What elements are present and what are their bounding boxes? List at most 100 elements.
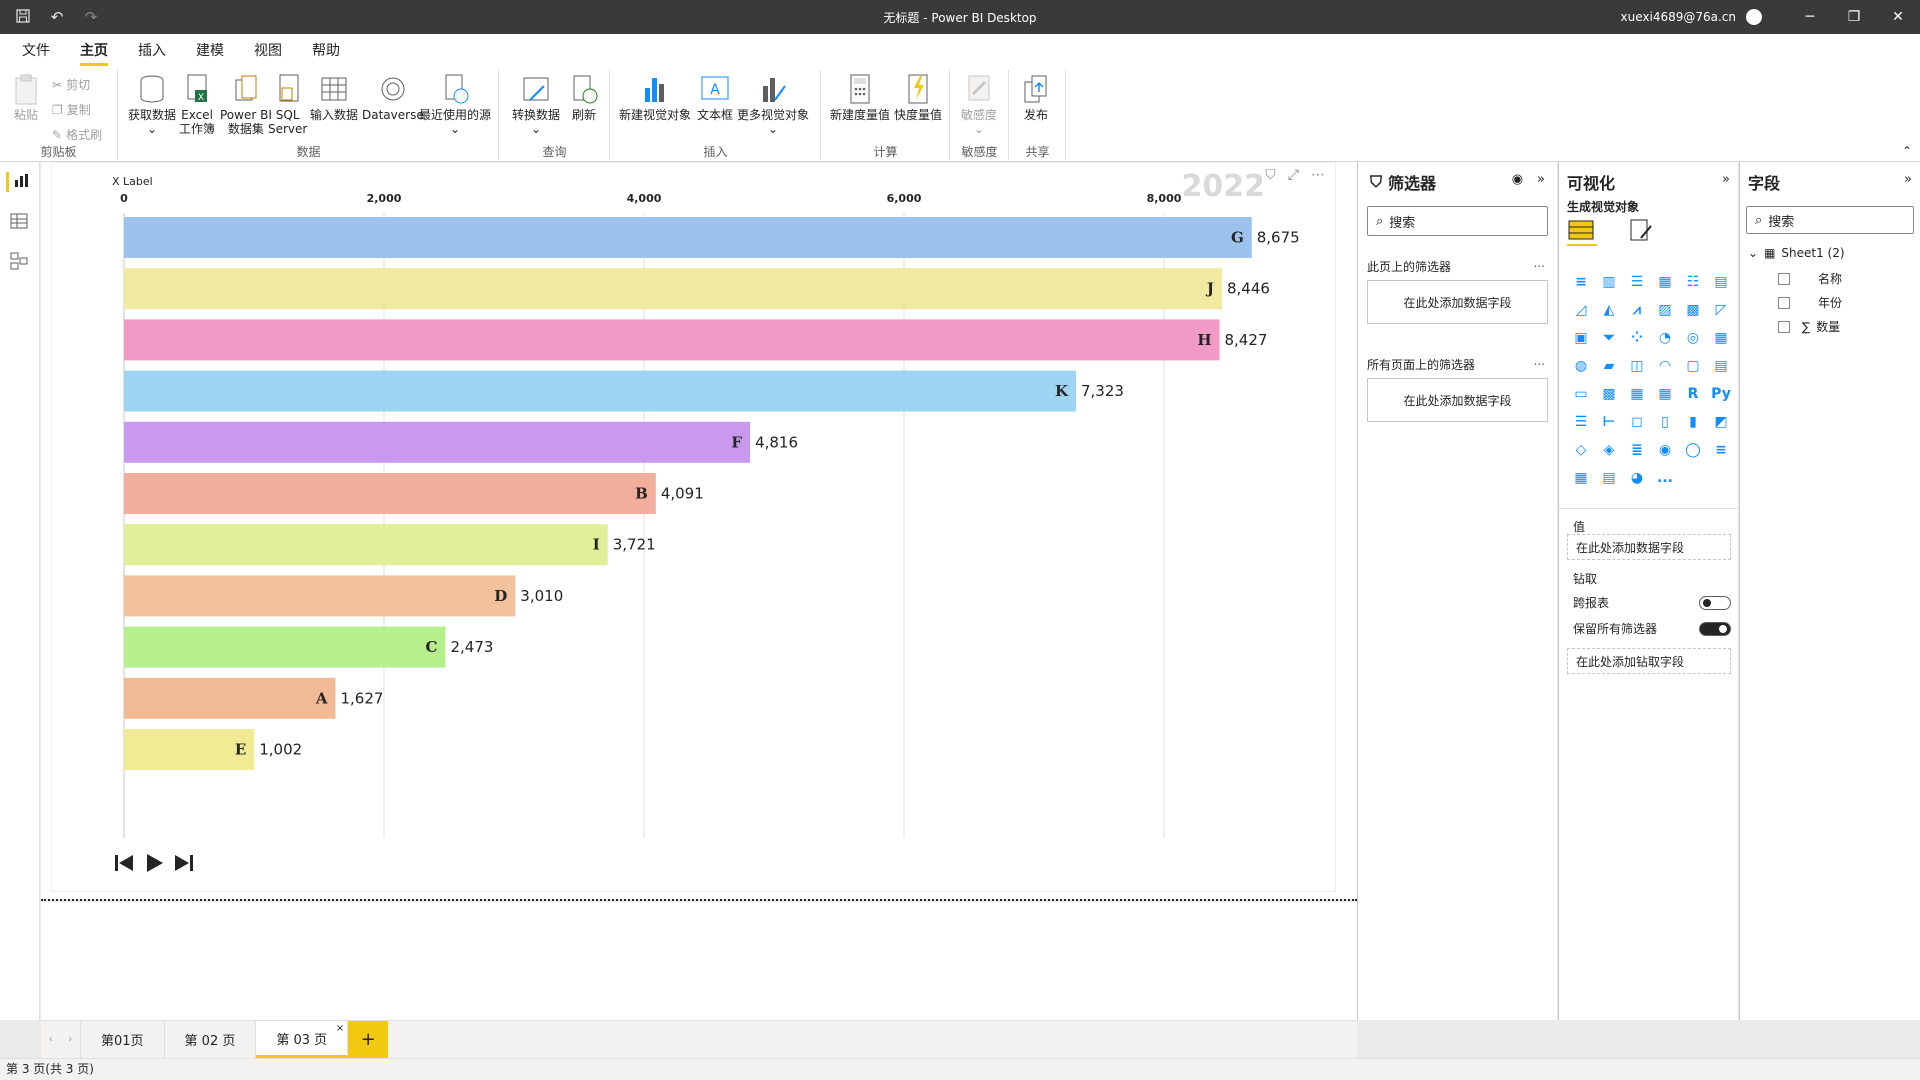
visual-type-icon[interactable]: ⏷ bbox=[1595, 324, 1623, 352]
visual-type-icon[interactable]: ▦ bbox=[1623, 380, 1651, 408]
sql-server-button[interactable]: SQL Server bbox=[268, 72, 307, 136]
field-item[interactable]: 名称 bbox=[1778, 270, 1842, 287]
visual-type-icon[interactable]: ◉ bbox=[1651, 436, 1679, 464]
visual-type-icon[interactable]: ◈ bbox=[1595, 436, 1623, 464]
more-visuals-button[interactable]: 更多视觉对象 ⌄ bbox=[737, 72, 809, 136]
collapse-fields-icon[interactable]: » bbox=[1904, 172, 1912, 187]
visual-type-icon[interactable]: ▮ bbox=[1679, 408, 1707, 436]
visual-type-icon[interactable]: R bbox=[1679, 380, 1707, 408]
field-item[interactable]: 年份 bbox=[1778, 294, 1842, 311]
visual-type-icon[interactable]: ◻ bbox=[1623, 408, 1651, 436]
save-icon[interactable] bbox=[14, 8, 32, 26]
visual-type-icon[interactable]: ▨ bbox=[1651, 296, 1679, 324]
visual-type-icon[interactable]: ▭ bbox=[1567, 380, 1595, 408]
report-view-icon[interactable] bbox=[6, 172, 28, 192]
visual-type-icon[interactable]: ▦ bbox=[1651, 380, 1679, 408]
excel-button[interactable]: X Excel 工作簿 bbox=[179, 72, 215, 136]
sensitivity-button[interactable]: 敏感度 ⌄ bbox=[961, 72, 997, 136]
restore-button[interactable]: ❐ bbox=[1832, 0, 1876, 34]
recent-sources-button[interactable]: 最近使用的源 ⌄ bbox=[419, 72, 491, 136]
visual-type-icon[interactable]: ◇ bbox=[1567, 436, 1595, 464]
visual-type-icon[interactable]: ⩘ bbox=[1623, 296, 1651, 324]
visual-type-icon[interactable]: ◔ bbox=[1651, 324, 1679, 352]
publish-button[interactable]: 发布 bbox=[1020, 72, 1052, 122]
visual-type-icon[interactable]: ☰ bbox=[1567, 408, 1595, 436]
visual-type-icon[interactable]: ◭ bbox=[1595, 296, 1623, 324]
skip-back-icon[interactable] bbox=[112, 851, 136, 875]
visual-type-icon[interactable]: ▦ bbox=[1651, 268, 1679, 296]
visual-type-icon[interactable]: ⁘ bbox=[1623, 324, 1651, 352]
visual-type-icon[interactable]: ≣ bbox=[1623, 436, 1651, 464]
copy-button[interactable]: ❐ 复制 bbox=[52, 101, 102, 118]
visual-type-icon[interactable]: ≡ bbox=[1567, 268, 1595, 296]
visual-type-icon[interactable]: ▦ bbox=[1567, 464, 1595, 492]
visual-type-icon[interactable]: ☷ bbox=[1679, 268, 1707, 296]
visual-type-icon[interactable]: ▯ bbox=[1651, 408, 1679, 436]
tab-page-2[interactable]: 第 02 页 bbox=[165, 1021, 257, 1058]
menu-insert[interactable]: 插入 bbox=[138, 34, 166, 66]
visual-type-icon[interactable]: ◯ bbox=[1679, 436, 1707, 464]
format-visual-tab[interactable] bbox=[1627, 216, 1657, 246]
field-checkbox[interactable] bbox=[1778, 272, 1790, 285]
keep-filters-toggle[interactable] bbox=[1699, 621, 1731, 636]
visual-type-icon[interactable]: ▰ bbox=[1595, 352, 1623, 380]
all-pages-drop-well[interactable]: 在此处添加数据字段 bbox=[1367, 378, 1548, 422]
visual-type-icon[interactable]: ≡ bbox=[1707, 436, 1735, 464]
values-well[interactable]: 在此处添加数据字段 bbox=[1567, 534, 1731, 560]
menu-help[interactable]: 帮助 bbox=[312, 34, 340, 66]
build-visual-tab[interactable] bbox=[1567, 216, 1597, 246]
cut-button[interactable]: ✂ 剪切 bbox=[52, 76, 102, 93]
more-visuals-icon[interactable]: ... bbox=[1651, 464, 1679, 492]
field-checkbox[interactable] bbox=[1778, 296, 1790, 309]
this-page-drop-well[interactable]: 在此处添加数据字段 bbox=[1367, 280, 1548, 324]
this-page-more-icon[interactable]: ... bbox=[1534, 256, 1545, 270]
collapse-ribbon-icon[interactable]: ⌃ bbox=[1902, 144, 1912, 158]
filters-search-input[interactable]: ⌕ 搜索 bbox=[1367, 206, 1548, 236]
data-view-icon[interactable] bbox=[10, 212, 30, 232]
racing-bar-chart-visual[interactable]: X Label 2022 ⛉ ⤢ ⋯ 0 2,000 4,000 6,000 8,000… bbox=[51, 162, 1336, 892]
play-icon[interactable] bbox=[142, 851, 166, 875]
new-measure-button[interactable]: 新建度量值 bbox=[830, 72, 890, 122]
visual-type-icon[interactable]: ▩ bbox=[1595, 380, 1623, 408]
undo-icon[interactable]: ↶ bbox=[48, 8, 66, 26]
menu-file[interactable]: 文件 bbox=[22, 34, 50, 66]
close-tab-icon[interactable]: × bbox=[336, 1023, 344, 1034]
format-painter-button[interactable]: ✎ 格式刷 bbox=[52, 126, 102, 143]
all-pages-more-icon[interactable]: ... bbox=[1534, 354, 1545, 368]
visual-type-icon[interactable]: ▢ bbox=[1679, 352, 1707, 380]
visual-type-icon[interactable]: ▣ bbox=[1567, 324, 1595, 352]
minimize-button[interactable]: ─ bbox=[1788, 0, 1832, 34]
quick-measure-button[interactable]: 快度量值 bbox=[894, 72, 942, 122]
visual-type-icon[interactable]: ◫ bbox=[1623, 352, 1651, 380]
visual-type-icon[interactable]: ◩ bbox=[1707, 408, 1735, 436]
visual-type-icon[interactable]: ▦ bbox=[1707, 324, 1735, 352]
refresh-button[interactable]: 刷新 bbox=[568, 72, 600, 122]
collapse-pane-icon[interactable]: » bbox=[1537, 172, 1545, 187]
visual-type-icon[interactable]: ☰ bbox=[1623, 268, 1651, 296]
tab-page-3[interactable]: 第 03 页 × bbox=[256, 1021, 349, 1058]
menu-view[interactable]: 视图 bbox=[254, 34, 282, 66]
enter-data-button[interactable]: 输入数据 bbox=[310, 72, 358, 122]
visual-type-icon[interactable]: ▤ bbox=[1595, 464, 1623, 492]
textbox-button[interactable]: A 文本框 bbox=[697, 72, 733, 122]
visual-type-icon[interactable]: ◠ bbox=[1651, 352, 1679, 380]
get-data-button[interactable]: 获取数据 ⌄ bbox=[128, 72, 176, 136]
close-button[interactable]: ✕ bbox=[1876, 0, 1920, 34]
visual-type-icon[interactable]: ⊢ bbox=[1595, 408, 1623, 436]
prev-page-icon[interactable]: ‹ bbox=[49, 1034, 53, 1045]
powerbi-dataset-button[interactable]: Power BI 数据集 bbox=[220, 72, 272, 136]
visual-type-icon[interactable]: ◎ bbox=[1679, 324, 1707, 352]
add-page-button[interactable]: + bbox=[348, 1021, 389, 1058]
visual-type-icon[interactable]: ▤ bbox=[1707, 268, 1735, 296]
visual-type-icon[interactable]: Py bbox=[1707, 380, 1735, 408]
menu-modeling[interactable]: 建模 bbox=[196, 34, 224, 66]
new-visual-button[interactable]: 新建视觉对象 bbox=[619, 72, 691, 122]
user-account[interactable]: xuexi4689@76a.cn bbox=[1621, 10, 1737, 24]
transform-data-button[interactable]: 转换数据 ⌄ bbox=[512, 72, 560, 136]
collapse-viz-icon[interactable]: » bbox=[1722, 172, 1730, 187]
visual-type-icon[interactable]: ▤ bbox=[1707, 352, 1735, 380]
model-view-icon[interactable] bbox=[10, 252, 30, 272]
visual-type-icon[interactable]: ◕ bbox=[1623, 464, 1651, 492]
next-page-icon[interactable]: › bbox=[68, 1034, 72, 1045]
visual-type-icon[interactable]: ◸ bbox=[1707, 296, 1735, 324]
